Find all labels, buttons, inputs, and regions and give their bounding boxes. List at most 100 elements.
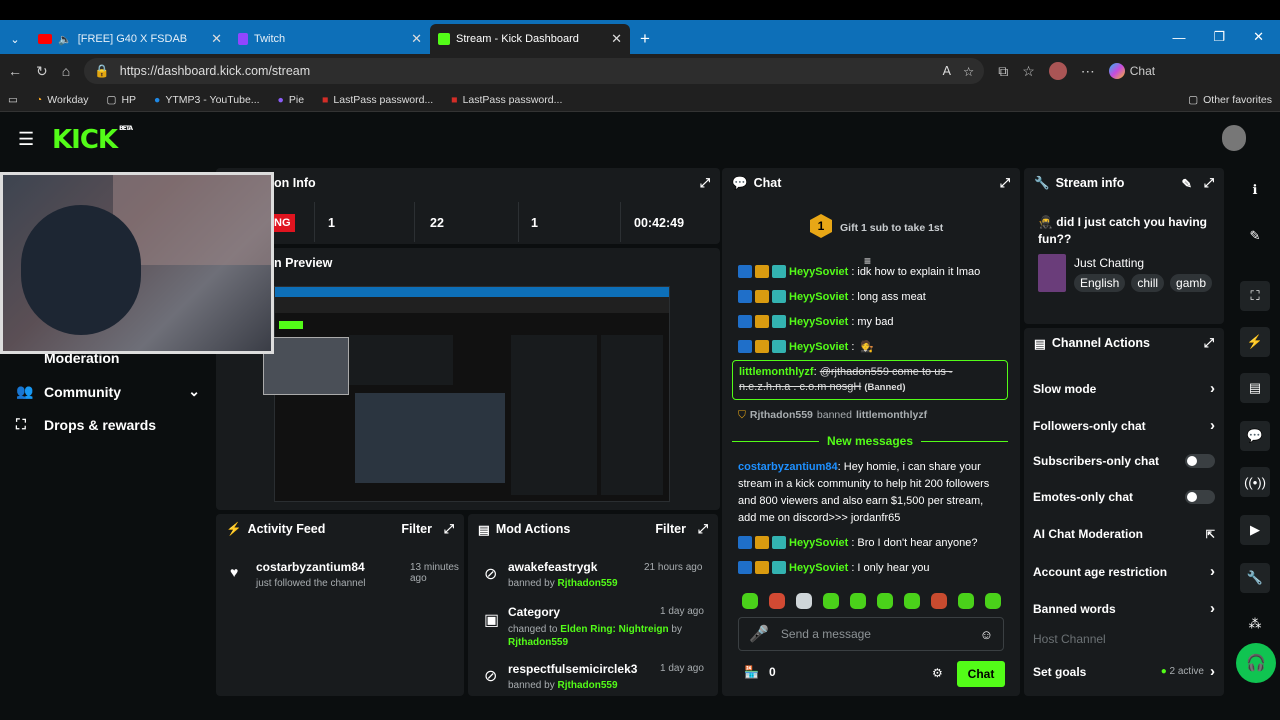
new-messages-divider[interactable]: New messages <box>732 434 1008 448</box>
favorite-lastpass-1[interactable]: ■ LastPass password... <box>322 94 433 106</box>
mod-action-by[interactable]: Rjthadon559 <box>558 578 618 589</box>
tab-list-icon[interactable]: ⌄ <box>0 24 30 54</box>
broadcast-icon[interactable]: ((•)) <box>1240 467 1270 497</box>
emote-icon[interactable] <box>931 593 947 609</box>
feed-user[interactable]: costarbyzantium84 <box>256 560 365 574</box>
filter-button[interactable]: Filter <box>401 522 432 536</box>
close-window-icon[interactable]: ✕ <box>1253 29 1264 45</box>
mod-action-by[interactable]: Rjthadon559 <box>508 637 568 648</box>
emote-icon[interactable] <box>796 593 812 609</box>
emote-icon[interactable] <box>769 593 785 609</box>
chat-username[interactable]: littlemonthlyzf <box>739 366 814 378</box>
popout-icon[interactable]: ⤢ <box>1204 336 1214 351</box>
extensions-icon[interactable]: ⧉ <box>998 63 1008 80</box>
lightning-icon[interactable]: ⚡ <box>1240 327 1270 357</box>
ban-notice-by[interactable]: Rjthadon559 <box>750 409 813 422</box>
close-icon[interactable]: ✕ <box>611 31 622 47</box>
action-banned-words[interactable]: Banned words › <box>1033 600 1215 617</box>
emote-icon[interactable] <box>877 593 893 609</box>
user-avatar[interactable] <box>1222 125 1246 151</box>
tag-english[interactable]: English <box>1074 274 1126 292</box>
popout-icon[interactable]: ⤢ <box>700 176 710 191</box>
action-followers-only[interactable]: Followers-only chat › <box>1033 417 1215 434</box>
microphone-icon[interactable]: 🎤 <box>749 624 769 644</box>
emoji-icon[interactable]: ☺ <box>980 627 993 642</box>
hamburger-menu-icon[interactable]: ☰ <box>18 129 34 150</box>
tab-kick-dashboard[interactable]: Stream - Kick Dashboard ✕ <box>430 24 630 54</box>
nodes-icon[interactable]: ⁂ <box>1240 609 1270 639</box>
favorite-workday[interactable]: ◔ Workday <box>36 94 89 106</box>
action-account-age[interactable]: Account age restriction › <box>1033 563 1215 580</box>
reading-list-icon[interactable]: ▭ <box>8 94 18 106</box>
new-tab-icon[interactable]: + <box>630 24 660 54</box>
favorite-ytmp3[interactable]: ● YTMP3 - YouTube... <box>154 94 260 106</box>
favorite-lastpass-2[interactable]: ■ LastPass password... <box>451 94 562 106</box>
popout-icon[interactable]: ⤢ <box>1204 176 1214 191</box>
action-slow-mode[interactable]: Slow mode › <box>1033 380 1215 397</box>
ban-notice-target[interactable]: littlemonthlyzf <box>856 409 927 422</box>
pencil-icon[interactable]: ✎ <box>1240 221 1270 251</box>
mod-action-target[interactable]: Elden Ring: Nightreign <box>560 624 668 635</box>
site-info-icon[interactable]: 🔒 <box>94 64 110 79</box>
speaker-icon[interactable]: 🔈 <box>58 33 72 46</box>
emote-icon[interactable] <box>904 593 920 609</box>
restore-icon[interactable]: ❐ <box>1213 29 1225 45</box>
chat-input[interactable]: 🎤 Send a message ☺ <box>738 617 1004 651</box>
url-field[interactable]: 🔒 https://dashboard.kick.com/stream A ☆ <box>84 58 985 84</box>
chat-username[interactable]: costarbyzantium84 <box>738 461 838 473</box>
edit-icon[interactable]: ✎ <box>1182 176 1192 191</box>
kick-logo[interactable]: KICK BETA <box>52 125 133 155</box>
video-icon[interactable]: ▶ <box>1240 515 1270 545</box>
gift-sub-banner[interactable]: Gift 1 sub to take 1st <box>840 222 943 234</box>
back-icon[interactable]: ← <box>8 63 22 79</box>
chat-bubble-icon[interactable]: 💬 <box>1240 421 1270 451</box>
close-icon[interactable]: ✕ <box>211 31 222 47</box>
popout-icon[interactable]: ⤢ <box>698 522 708 537</box>
popout-icon[interactable]: ⤢ <box>1000 176 1010 191</box>
refresh-icon[interactable]: ↻ <box>36 63 48 80</box>
emote-icon[interactable] <box>823 593 839 609</box>
profile-avatar[interactable] <box>1048 62 1067 80</box>
chat-username[interactable]: HeyySoviet <box>789 562 848 574</box>
info-icon[interactable]: ℹ <box>1240 175 1270 205</box>
favorite-pie[interactable]: ● Pie <box>278 94 305 106</box>
emote-icon[interactable] <box>850 593 866 609</box>
preview-video[interactable] <box>263 286 670 502</box>
action-ai-moderation[interactable]: AI Chat Moderation ⇱ <box>1033 527 1215 541</box>
chat-settings-icon[interactable]: ⚙ <box>932 666 943 680</box>
emotes-only-toggle[interactable] <box>1185 490 1215 504</box>
chat-username[interactable]: HeyySoviet <box>789 341 848 353</box>
emote-icon[interactable] <box>742 593 758 609</box>
mod-action-by[interactable]: Rjthadon559 <box>558 680 618 691</box>
other-favorites[interactable]: ▢ Other favorites <box>1188 94 1272 106</box>
support-headset-icon[interactable]: 🎧 <box>1236 643 1276 683</box>
filter-button[interactable]: Filter <box>655 522 686 536</box>
wrench-icon[interactable]: 🔧 <box>1240 563 1270 593</box>
emote-icon[interactable] <box>958 593 974 609</box>
tag-chill[interactable]: chill <box>1131 274 1165 292</box>
favorite-hp[interactable]: ▢ HP <box>107 94 137 106</box>
tab-youtube[interactable]: 🔈 [FREE] G40 X FSDABENDER T ✕ <box>30 24 230 54</box>
category-name[interactable]: Just Chatting <box>1074 256 1144 270</box>
home-icon[interactable]: ⌂ <box>62 63 70 79</box>
action-set-goals[interactable]: Set goals ● 2 active › <box>1033 663 1215 680</box>
minimize-icon[interactable]: — <box>1172 30 1185 45</box>
camera-scan-icon[interactable]: ⛶ <box>1240 281 1270 311</box>
chat-username[interactable]: HeyySoviet <box>789 316 848 328</box>
popout-icon[interactable]: ⤢ <box>444 522 454 537</box>
read-aloud-icon[interactable]: A <box>943 64 951 79</box>
favorites-icon[interactable]: ☆ <box>1022 63 1035 80</box>
copilot-button[interactable]: Chat <box>1108 63 1155 79</box>
tab-twitch[interactable]: Twitch ✕ <box>230 24 430 54</box>
category-thumbnail[interactable] <box>1038 254 1066 292</box>
tag-gamb[interactable]: gamb <box>1170 274 1213 292</box>
sidebar-item-community[interactable]: 👥 Community ⌄ <box>16 383 200 400</box>
subscribers-only-toggle[interactable] <box>1185 454 1215 468</box>
chat-username[interactable]: HeyySoviet <box>789 266 848 278</box>
chat-username[interactable]: HeyySoviet <box>789 291 848 303</box>
channel-points[interactable]: 🏪 0 <box>744 665 776 679</box>
close-icon[interactable]: ✕ <box>411 31 422 47</box>
notes-icon[interactable]: ▤ <box>1240 373 1270 403</box>
sidebar-item-drops-rewards[interactable]: ⛶ Drops & rewards <box>16 416 156 433</box>
emote-icon[interactable] <box>985 593 1001 609</box>
